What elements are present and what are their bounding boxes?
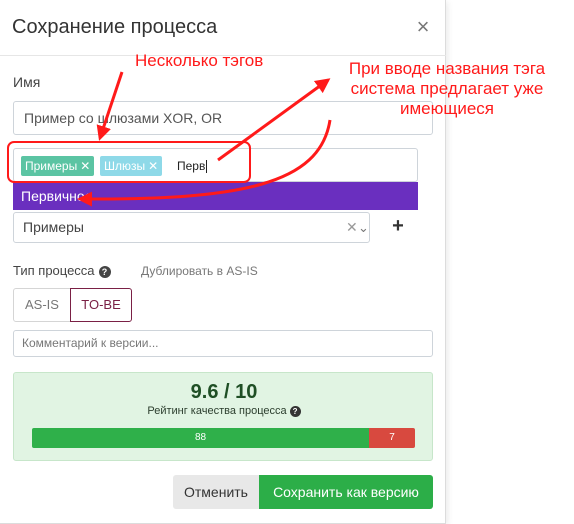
rating-bad-segment: 7 [369, 428, 415, 448]
type-option-to-be[interactable]: TO-BE [70, 288, 132, 322]
remove-tag-icon[interactable]: ✕ [80, 159, 90, 173]
annotation-suggest-line2: система предлагает уже [350, 79, 544, 98]
chevron-down-icon[interactable]: ⌄ [358, 213, 369, 242]
quality-rating-panel: 9.6 / 10 Рейтинг качества процесса? 88 7 [13, 372, 433, 461]
save-version-button[interactable]: Сохранить как версию [259, 475, 433, 509]
tag-chip-label: Примеры [25, 159, 78, 173]
rating-label-text: Рейтинг качества процесса [147, 405, 287, 417]
process-type-label: Тип процесса? [13, 263, 111, 278]
rating-good-segment: 88 [32, 428, 369, 448]
rating-label: Рейтинг качества процесса? [14, 405, 434, 417]
modal-title: Сохранение процесса [12, 16, 218, 38]
tag-text-input[interactable]: Перв [177, 157, 208, 175]
type-option-as-is[interactable]: AS-IS [13, 288, 71, 322]
close-icon[interactable]: × [410, 14, 436, 40]
tag-suggestion-item[interactable]: Первичное [13, 182, 418, 210]
help-icon[interactable]: ? [98, 265, 111, 278]
help-icon[interactable]: ? [289, 405, 301, 417]
name-label: Имя [13, 74, 41, 90]
tag-chip-label: Шлюзы [104, 159, 146, 173]
annotation-suggest-line3: имеющиеся [399, 99, 495, 118]
version-comment-input[interactable]: Комментарий к версии... [13, 330, 433, 357]
annotation-suggest: При вводе названия тэга система предлага… [332, 59, 562, 119]
modal-header: Сохранение процесса × [0, 0, 446, 56]
folder-select[interactable]: Примеры ✕ ⌄ [13, 212, 370, 243]
text-caret [206, 160, 208, 174]
cancel-button[interactable]: Отменить [173, 475, 259, 509]
rating-score: 9.6 / 10 [190, 381, 258, 403]
folder-select-value: Примеры [23, 219, 84, 235]
process-type-text: Тип процесса [13, 263, 95, 278]
tag-typed-text: Перв [177, 159, 206, 173]
rating-progress-bar: 88 7 [32, 428, 415, 448]
add-folder-button[interactable]: + [385, 212, 411, 240]
tags-input[interactable]: Примеры ✕ Шлюзы ✕ Перв [13, 148, 418, 182]
duplicate-as-is-link[interactable]: Дублировать в AS-IS [141, 264, 258, 278]
clear-icon[interactable]: ✕ [346, 213, 358, 242]
annotation-suggest-line1: При вводе названия тэга [348, 59, 546, 78]
tag-chip-gateways: Шлюзы ✕ [100, 156, 163, 176]
annotation-multi-tags: Несколько тэгов [135, 51, 264, 70]
remove-tag-icon[interactable]: ✕ [148, 159, 158, 173]
tag-chip-examples: Примеры ✕ [21, 156, 95, 176]
